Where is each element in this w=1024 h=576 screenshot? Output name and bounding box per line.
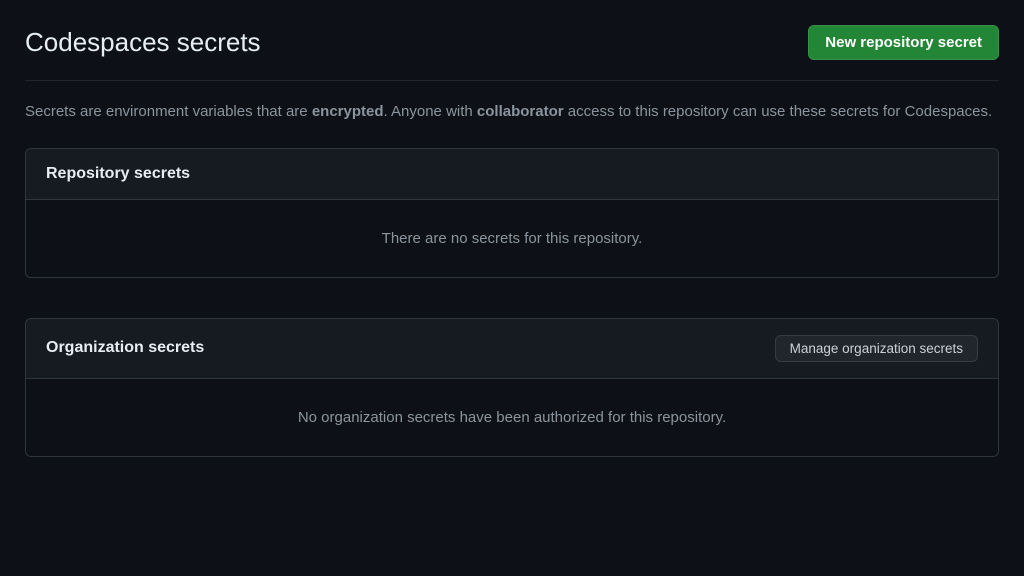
page-description: Secrets are environment variables that a… — [25, 101, 999, 124]
new-repository-secret-button[interactable]: New repository secret — [808, 25, 999, 60]
manage-organization-secrets-button[interactable]: Manage organization secrets — [775, 335, 978, 362]
description-bold-collaborator: collaborator — [477, 103, 564, 120]
organization-secrets-section: Organization secrets Manage organization… — [25, 318, 999, 457]
organization-secrets-body: No organization secrets have been author… — [26, 379, 998, 456]
repository-secrets-empty-message: There are no secrets for this repository… — [382, 230, 643, 247]
description-text: access to this repository can use these … — [564, 103, 993, 120]
repository-secrets-body: There are no secrets for this repository… — [26, 200, 998, 277]
organization-secrets-title: Organization secrets — [46, 339, 204, 357]
organization-secrets-empty-message: No organization secrets have been author… — [298, 409, 726, 426]
page-title: Codespaces secrets — [25, 27, 261, 58]
repository-secrets-title: Repository secrets — [46, 165, 190, 183]
description-text: . Anyone with — [384, 103, 477, 120]
description-text: Secrets are environment variables that a… — [25, 103, 312, 120]
description-bold-encrypted: encrypted — [312, 103, 384, 120]
repository-secrets-section: Repository secrets There are no secrets … — [25, 148, 999, 278]
page-header: Codespaces secrets New repository secret — [25, 25, 999, 81]
repository-secrets-header: Repository secrets — [26, 149, 998, 200]
organization-secrets-header: Organization secrets Manage organization… — [26, 319, 998, 379]
